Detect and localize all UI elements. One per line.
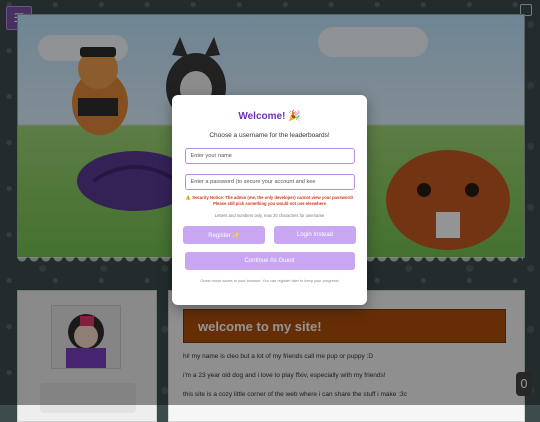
modal-subtitle: Choose a username for the leaderboards! — [209, 132, 330, 139]
guest-fine-print: Guest mode saves to your browser. You ca… — [200, 278, 339, 284]
password-input[interactable] — [184, 174, 355, 190]
username-hint: Letters and numbers only, max 20 charact… — [214, 213, 325, 219]
security-notice: ⚠️ Security Notice: The admin (me, the o… — [185, 195, 354, 207]
welcome-modal: Welcome! 🎉 Choose a username for the lea… — [172, 95, 367, 305]
modal-title: Welcome! 🎉 — [238, 111, 301, 122]
login-button[interactable]: Login Instead — [274, 226, 356, 245]
register-button[interactable]: Register ✨ — [183, 226, 265, 245]
guest-button[interactable]: Continue As Guest — [184, 252, 355, 271]
username-input[interactable] — [184, 148, 355, 164]
